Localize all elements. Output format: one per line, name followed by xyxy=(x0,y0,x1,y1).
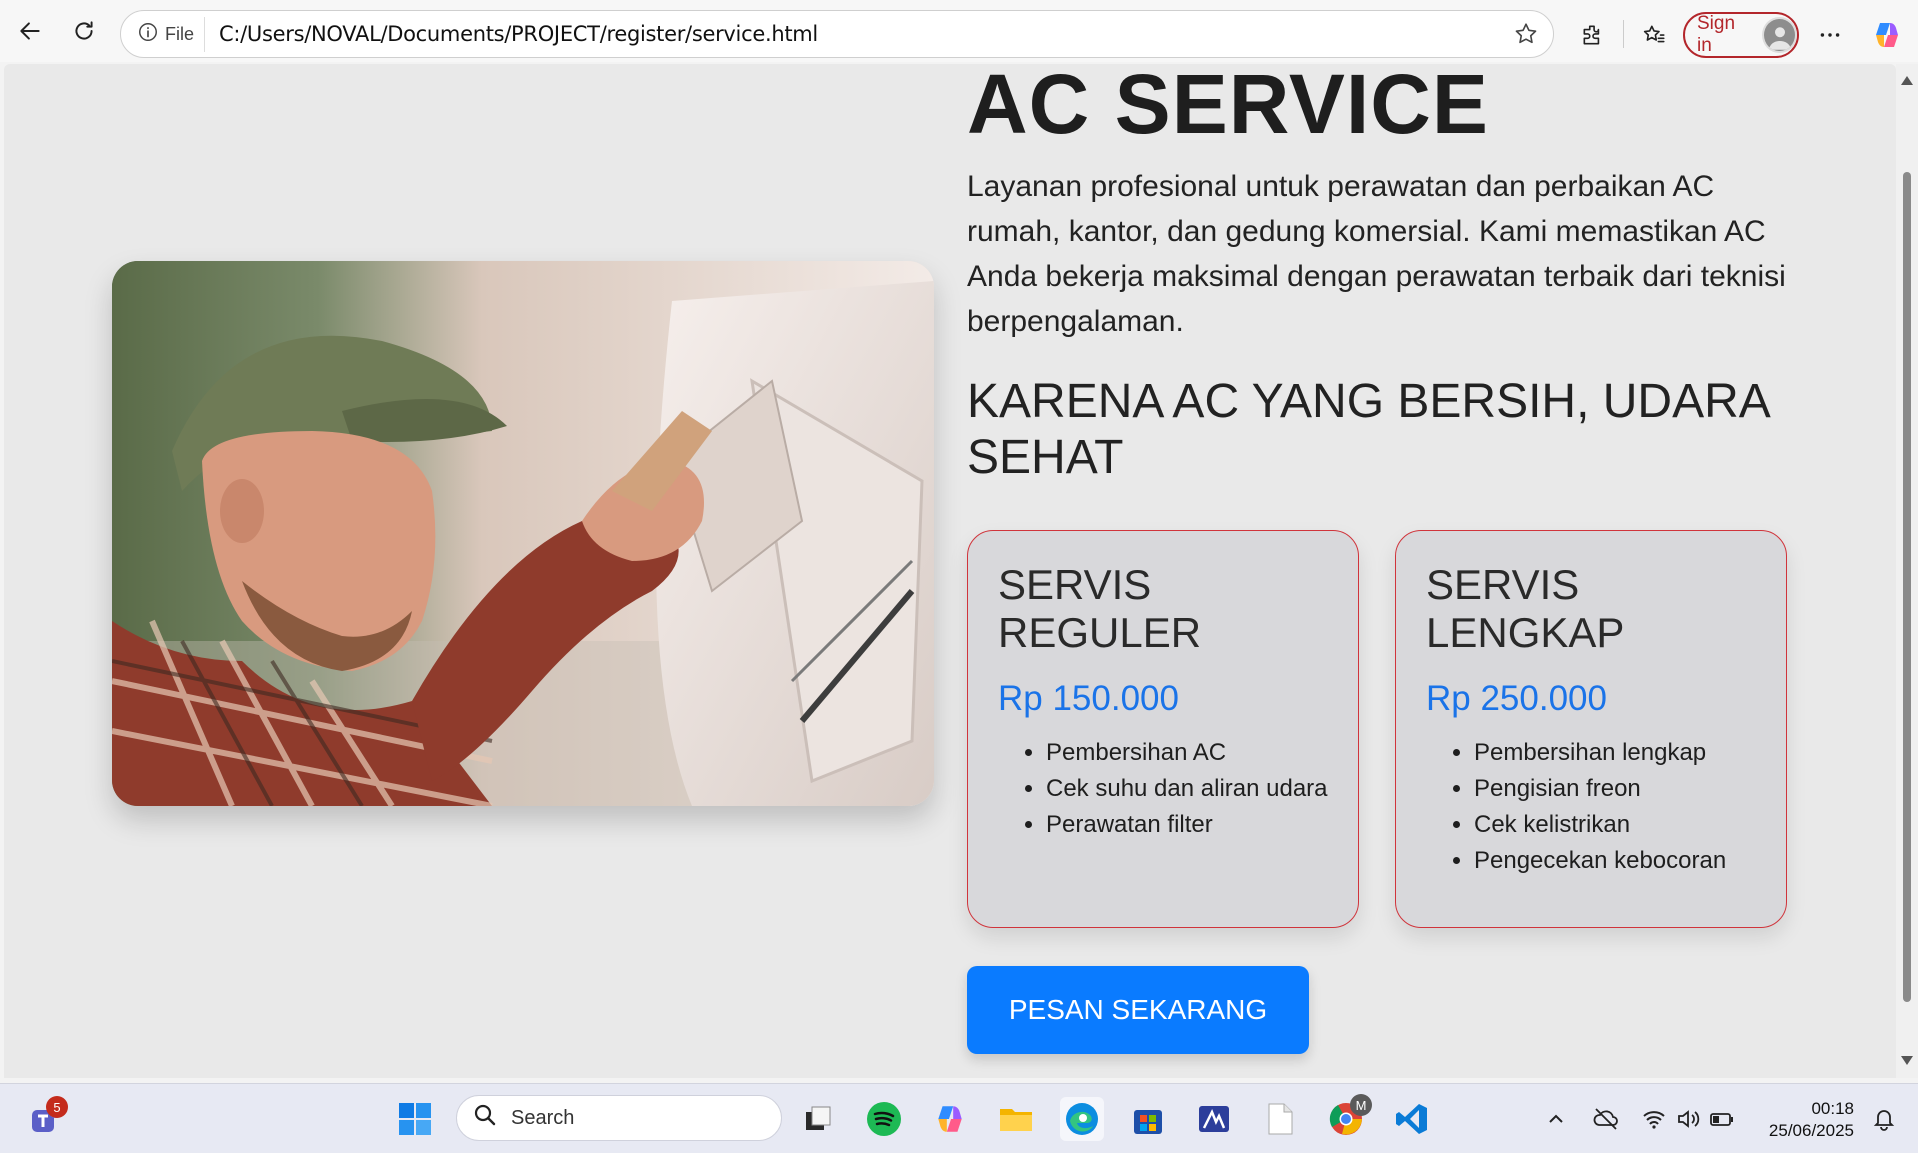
technician-photo xyxy=(112,261,934,806)
copilot-app-icon[interactable] xyxy=(928,1097,972,1141)
microsoft-store-icon[interactable] xyxy=(1126,1097,1170,1141)
favorites-icon[interactable] xyxy=(1634,15,1674,55)
system-clock[interactable]: 00:18 25/06/2025 xyxy=(1762,1098,1854,1142)
scroll-up-arrow-icon[interactable] xyxy=(1901,76,1913,85)
scrollbar-thumb[interactable] xyxy=(1903,172,1911,1002)
copilot-icon[interactable] xyxy=(1867,15,1907,55)
sign-in-label: Sign in xyxy=(1697,13,1736,56)
info-icon xyxy=(137,21,159,48)
site-info-chip[interactable]: File xyxy=(133,16,206,52)
page-subtitle: KARENA AC YANG BERSIH, UDARA SEHAT xyxy=(967,375,1769,484)
page-viewport: AC SERVICE Layanan profesional untuk per… xyxy=(4,64,1896,1078)
back-arrow-icon[interactable] xyxy=(10,11,50,51)
more-options-icon[interactable] xyxy=(1810,15,1850,55)
feature-item: Cek suhu dan aliran udara xyxy=(1046,771,1328,807)
spotify-icon[interactable] xyxy=(862,1097,906,1141)
browser-toolbar: File C:/Users/NOVAL/Documents/PROJECT/re… xyxy=(0,0,1918,62)
notification-badge: 5 xyxy=(46,1096,68,1118)
favorite-star-icon[interactable] xyxy=(1513,21,1539,52)
search-icon xyxy=(473,1103,497,1133)
app-launcher-icon[interactable] xyxy=(1192,1097,1236,1141)
taskbar: 5 Search M 00:18 25/06/2025 xyxy=(0,1083,1918,1153)
service-card-complete: SERVIS LENGKAP Rp 250.000 Pembersihan le… xyxy=(1395,530,1787,928)
feature-list: Pembersihan AC Cek suhu dan aliran udara… xyxy=(998,735,1328,843)
search-placeholder: Search xyxy=(511,1106,575,1129)
notification-bell-icon[interactable] xyxy=(1862,1097,1906,1141)
profile-avatar-icon xyxy=(1762,17,1797,53)
feature-item: Pembersihan AC xyxy=(1046,735,1328,771)
battery-icon[interactable] xyxy=(1700,1097,1744,1141)
address-bar[interactable]: File C:/Users/NOVAL/Documents/PROJECT/re… xyxy=(120,10,1554,58)
refresh-icon[interactable] xyxy=(64,11,104,51)
toolbar-divider xyxy=(1623,20,1624,48)
page-title: AC SERVICE xyxy=(967,64,1489,151)
feature-item: Pengisian freon xyxy=(1474,771,1756,807)
feature-item: Cek kelistrikan xyxy=(1474,807,1756,843)
page-description: Layanan profesional untuk perawatan dan … xyxy=(967,170,1786,338)
file-document-icon[interactable] xyxy=(1258,1097,1302,1141)
onedrive-offline-icon[interactable] xyxy=(1584,1097,1628,1141)
sign-in-button[interactable]: Sign in xyxy=(1683,12,1799,58)
card-price: Rp 250.000 xyxy=(1426,679,1607,718)
card-price: Rp 150.000 xyxy=(998,679,1179,718)
taskbar-search[interactable]: Search xyxy=(456,1095,782,1141)
order-now-button[interactable]: PESAN SEKARANG xyxy=(967,966,1309,1054)
feature-item: Pengecekan kebocoran xyxy=(1474,843,1756,879)
file-explorer-icon[interactable] xyxy=(994,1097,1038,1141)
feature-list: Pembersihan lengkap Pengisian freon Cek … xyxy=(1426,735,1756,879)
feature-item: Pembersihan lengkap xyxy=(1474,735,1756,771)
url-text[interactable]: C:/Users/NOVAL/Documents/PROJECT/registe… xyxy=(219,22,818,46)
windows-start-icon[interactable] xyxy=(393,1097,437,1141)
file-label: File xyxy=(165,23,195,44)
edge-browser-icon[interactable] xyxy=(1060,1097,1104,1141)
page-scrollbar[interactable] xyxy=(1896,64,1918,1078)
chrome-profile-badge: M xyxy=(1350,1094,1372,1116)
clock-date: 25/06/2025 xyxy=(1768,1121,1854,1140)
card-title: SERVIS REGULER xyxy=(998,561,1202,656)
card-title: SERVIS LENGKAP xyxy=(1426,561,1625,656)
extensions-icon[interactable] xyxy=(1573,15,1613,55)
vscode-icon[interactable] xyxy=(1390,1097,1434,1141)
service-card-regular: SERVIS REGULER Rp 150.000 Pembersihan AC… xyxy=(967,530,1359,928)
show-hidden-icons-chevron-icon[interactable] xyxy=(1534,1097,1578,1141)
scroll-down-arrow-icon[interactable] xyxy=(1901,1056,1913,1065)
clock-time: 00:18 xyxy=(1811,1099,1854,1118)
feature-item: Perawatan filter xyxy=(1046,807,1328,843)
task-view-icon[interactable] xyxy=(796,1097,840,1141)
